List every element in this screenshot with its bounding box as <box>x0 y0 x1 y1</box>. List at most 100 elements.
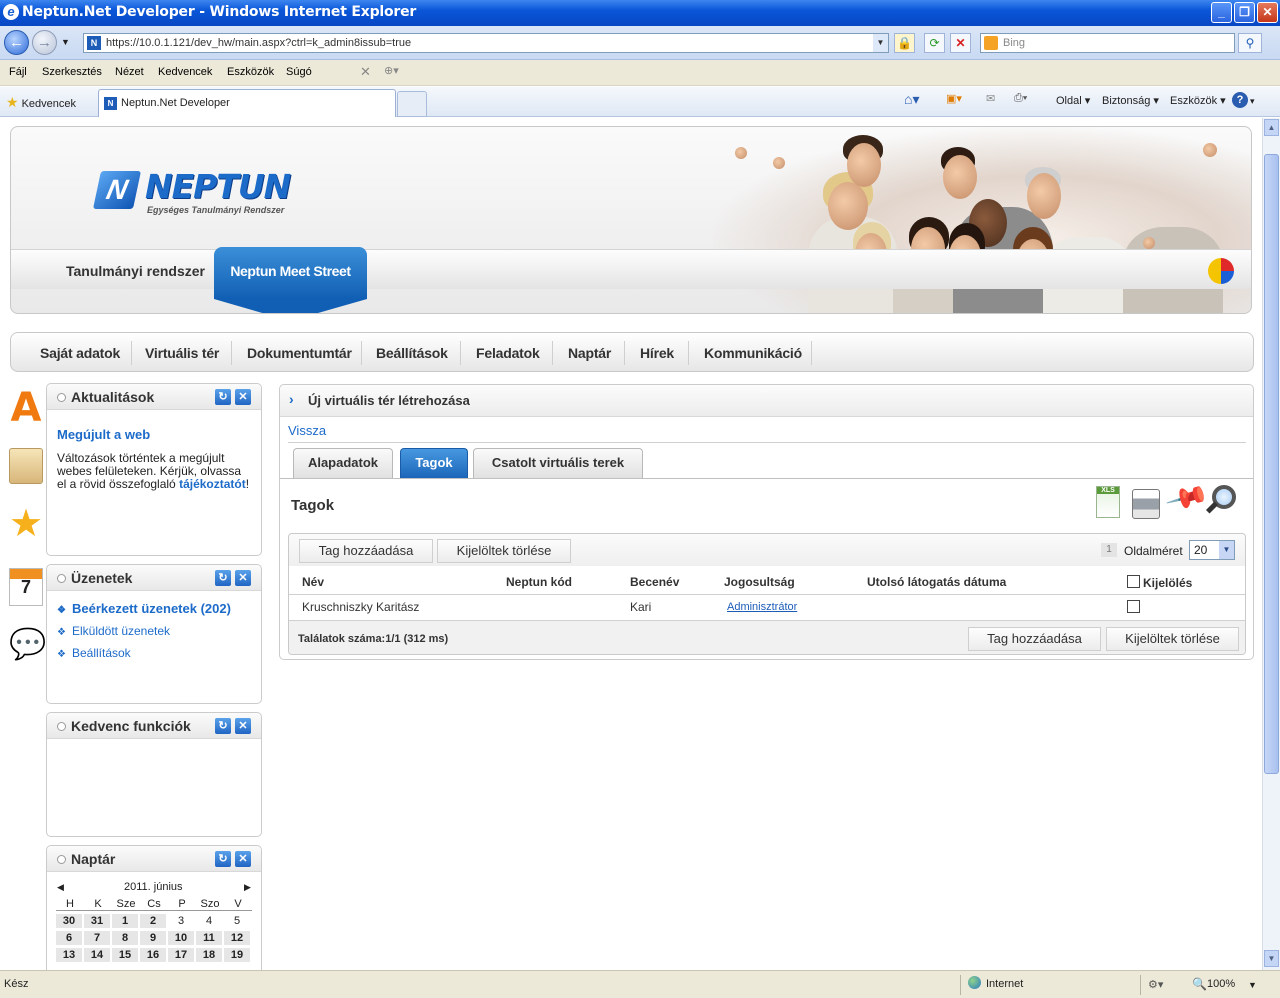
nav-kommunikacio[interactable]: Kommunikáció <box>704 345 802 361</box>
col-header-name[interactable]: Név <box>302 575 324 589</box>
url-field[interactable]: N https://10.0.1.121/dev_hw/main.aspx?ct… <box>83 33 889 53</box>
calendar-day[interactable]: 9 <box>140 931 166 945</box>
chat-icon[interactable]: 💬 <box>9 628 46 662</box>
menu-tools[interactable]: Eszközök <box>227 66 274 78</box>
back-button[interactable]: ← <box>4 30 29 55</box>
close-icon[interactable]: ✕ <box>235 570 251 586</box>
calendar-day[interactable]: 6 <box>56 931 82 945</box>
page-menu[interactable]: Oldal ▾ <box>1056 94 1090 107</box>
col-header-permission[interactable]: Jogosultság <box>724 575 795 589</box>
neptun-logo[interactable]: N NEPTUN Egységes Tanulmányi Rendszer <box>92 167 307 217</box>
menu-help[interactable]: Súgó <box>286 66 312 78</box>
lock-icon[interactable]: 🔒 <box>894 33 915 53</box>
col-header-last-visit[interactable]: Utolsó látogatás dátuma <box>867 575 1006 589</box>
menu-favorites[interactable]: Kedvencek <box>158 66 212 78</box>
star-icon[interactable]: ★ <box>9 504 43 544</box>
permission-link[interactable]: Adminisztrátor <box>727 601 797 613</box>
page-number[interactable]: 1 <box>1101 543 1117 557</box>
feeds-icon[interactable]: ▣▾ <box>946 92 962 105</box>
inbox-link[interactable]: ❖ Beérkezett üzenetek (202) <box>57 601 231 616</box>
calendar-day[interactable]: 12 <box>224 931 250 945</box>
tab-alapadatok[interactable]: Alapadatok <box>293 448 393 479</box>
calendar-day[interactable]: 19 <box>224 948 250 962</box>
favorites-button[interactable]: ★ Kedvencek <box>6 94 76 111</box>
page-size-select[interactable]: 20 ▼ <box>1189 540 1235 560</box>
calendar-day[interactable]: 8 <box>112 931 138 945</box>
history-dropdown-icon[interactable]: ▼ <box>61 37 70 47</box>
footer-delete-selected-button[interactable]: Kijelöltek törlése <box>1106 627 1239 651</box>
menu-edit[interactable]: Szerkesztés <box>42 66 102 78</box>
protected-mode-icon[interactable]: ⚙▾ <box>1148 978 1163 991</box>
nav-hirek[interactable]: Hírek <box>640 345 674 361</box>
language-icon[interactable] <box>1208 258 1234 284</box>
help-dropdown-icon[interactable]: ▾ <box>1250 96 1255 107</box>
url-dropdown-icon[interactable]: ▼ <box>873 34 888 52</box>
col-header-nickname[interactable]: Becenév <box>630 575 679 589</box>
calendar-day[interactable]: 16 <box>140 948 166 962</box>
aktualitasok-icon[interactable]: A <box>9 386 43 430</box>
scroll-down-icon[interactable]: ▼ <box>1264 950 1279 967</box>
calendar-day[interactable]: 11 <box>196 931 222 945</box>
search-input[interactable]: Bing <box>980 33 1235 53</box>
calendar-day[interactable]: 7 <box>84 931 110 945</box>
calendar-day[interactable]: 4 <box>196 914 222 928</box>
stop-icon[interactable]: ✕ <box>950 33 971 53</box>
refresh-icon[interactable]: ↻ <box>215 851 231 867</box>
close-button[interactable]: ✕ <box>1257 2 1278 23</box>
print-icon[interactable]: ⎙▾ <box>1014 92 1027 105</box>
calendar-day[interactable]: 30 <box>56 914 82 928</box>
nav-feladatok[interactable]: Feladatok <box>476 345 540 361</box>
col-header-neptun-code[interactable]: Neptun kód <box>506 575 572 589</box>
calendar-day[interactable]: 5 <box>224 914 250 928</box>
home-icon[interactable]: ⌂▾ <box>904 91 919 108</box>
nav-beallitasok[interactable]: Beállítások <box>376 345 448 361</box>
calendar-day[interactable]: 3 <box>168 914 194 928</box>
tab-neptun-meet-street[interactable]: Neptun Meet Street <box>214 247 367 299</box>
page-scrollbar[interactable]: ▲ ▼ <box>1262 118 1280 970</box>
scroll-up-icon[interactable]: ▲ <box>1264 119 1279 136</box>
calendar-day[interactable]: 31 <box>84 914 110 928</box>
news-headline[interactable]: Megújult a web <box>57 427 150 442</box>
refresh-icon[interactable]: ⟳ <box>924 33 945 53</box>
menu-file[interactable]: Fájl <box>9 66 27 78</box>
calendar-day[interactable]: 10 <box>168 931 194 945</box>
tools-menu[interactable]: Eszközök ▾ <box>1170 94 1226 107</box>
minimize-button[interactable]: _ <box>1211 2 1232 23</box>
tab-csatolt-virtualis-terek[interactable]: Csatolt virtuális terek <box>473 448 643 479</box>
menu-view[interactable]: Nézet <box>115 66 144 78</box>
refresh-icon[interactable]: ↻ <box>215 570 231 586</box>
tab-tanulmanyi-rendszer[interactable]: Tanulmányi rendszer <box>66 263 205 279</box>
calendar-icon[interactable]: 7 <box>9 568 43 606</box>
calendar-day[interactable]: 15 <box>112 948 138 962</box>
calendar-day[interactable]: 13 <box>56 948 82 962</box>
excel-export-icon[interactable]: XLS <box>1096 486 1120 518</box>
news-link[interactable]: tájékoztatót <box>179 477 246 491</box>
translate-icon[interactable]: ⊕▾ <box>384 64 399 77</box>
add-member-button[interactable]: Tag hozzáadása <box>299 539 433 563</box>
nav-sajat-adatok[interactable]: Saját adatok <box>40 345 120 361</box>
calendar-day[interactable]: 17 <box>168 948 194 962</box>
calendar-day[interactable]: 2 <box>140 914 166 928</box>
envelope-icon[interactable] <box>9 448 43 484</box>
close-icon[interactable]: ✕ <box>235 389 251 405</box>
safety-menu[interactable]: Biztonság ▾ <box>1102 94 1159 107</box>
mail-icon[interactable]: ✉ <box>986 92 995 105</box>
nav-naptar[interactable]: Naptár <box>568 345 611 361</box>
browser-tab[interactable]: N Neptun.Net Developer <box>98 89 396 117</box>
calendar-day[interactable]: 18 <box>196 948 222 962</box>
calendar-day[interactable]: 1 <box>112 914 138 928</box>
select-all-checkbox[interactable] <box>1127 575 1140 588</box>
maximize-button[interactable]: ❐ <box>1234 2 1255 23</box>
refresh-icon[interactable]: ↻ <box>215 718 231 734</box>
pin-icon[interactable]: 📌 <box>1164 474 1211 520</box>
delete-selected-button[interactable]: Kijelöltek törlése <box>437 539 571 563</box>
scroll-thumb[interactable] <box>1264 154 1279 774</box>
close-toolbar-icon[interactable]: ✕ <box>360 64 371 80</box>
nav-virtualis-ter[interactable]: Virtuális tér <box>145 345 219 361</box>
footer-add-member-button[interactable]: Tag hozzáadása <box>968 627 1101 651</box>
forward-button[interactable]: → <box>32 30 57 55</box>
tab-tagok[interactable]: Tagok <box>400 448 468 479</box>
sent-link[interactable]: ❖ Elküldött üzenetek <box>57 624 170 638</box>
calendar-day[interactable]: 14 <box>84 948 110 962</box>
back-link[interactable]: Vissza <box>288 423 326 438</box>
